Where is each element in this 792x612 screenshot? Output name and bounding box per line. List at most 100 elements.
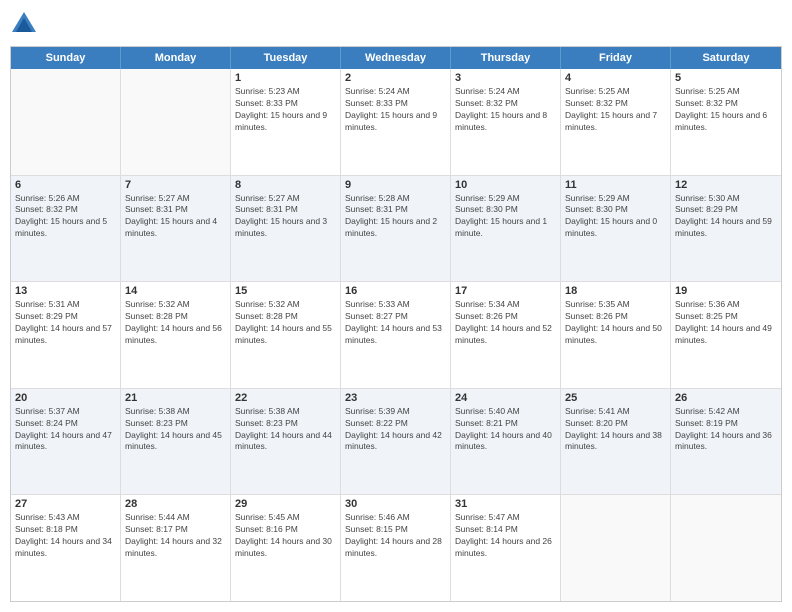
day-info: Sunrise: 5:36 AM Sunset: 8:25 PM Dayligh… <box>675 299 777 347</box>
day-info: Sunrise: 5:38 AM Sunset: 8:23 PM Dayligh… <box>125 406 226 454</box>
calendar-cell-empty <box>121 69 231 175</box>
day-number: 5 <box>675 72 777 84</box>
calendar-cell-14: 14 Sunrise: 5:32 AM Sunset: 8:28 PM Dayli… <box>121 282 231 388</box>
day-number: 4 <box>565 72 666 84</box>
calendar-cell-31: 31 Sunrise: 5:47 AM Sunset: 8:14 PM Dayli… <box>451 495 561 601</box>
calendar-cell-7: 7 Sunrise: 5:27 AM Sunset: 8:31 PM Daylig… <box>121 176 231 282</box>
calendar-cell-23: 23 Sunrise: 5:39 AM Sunset: 8:22 PM Dayli… <box>341 389 451 495</box>
day-info: Sunrise: 5:46 AM Sunset: 8:15 PM Dayligh… <box>345 512 446 560</box>
header-day-sunday: Sunday <box>11 47 121 69</box>
header-day-monday: Monday <box>121 47 231 69</box>
day-info: Sunrise: 5:29 AM Sunset: 8:30 PM Dayligh… <box>565 193 666 241</box>
calendar-cell-6: 6Sunrise: 5:26 AM Sunset: 8:32 PM Daylig… <box>11 176 121 282</box>
day-number: 26 <box>675 392 777 404</box>
day-info: Sunrise: 5:33 AM Sunset: 8:27 PM Dayligh… <box>345 299 446 347</box>
calendar-cell-20: 20Sunrise: 5:37 AM Sunset: 8:24 PM Dayli… <box>11 389 121 495</box>
day-info: Sunrise: 5:44 AM Sunset: 8:17 PM Dayligh… <box>125 512 226 560</box>
calendar-cell-empty <box>561 495 671 601</box>
calendar-cell-1: 1Sunrise: 5:23 AM Sunset: 8:33 PM Daylig… <box>231 69 341 175</box>
day-number: 29 <box>235 498 336 510</box>
day-number: 12 <box>675 179 777 191</box>
calendar-cell-13: 13 Sunrise: 5:31 AM Sunset: 8:29 PM Dayli… <box>11 282 121 388</box>
day-number: 28 <box>125 498 226 510</box>
logo-icon <box>10 10 38 38</box>
day-info: Sunrise: 5:39 AM Sunset: 8:22 PM Dayligh… <box>345 406 446 454</box>
day-number: 1 <box>235 72 336 84</box>
logo <box>10 10 42 38</box>
day-info: Sunrise: 5:27 AM Sunset: 8:31 PM Dayligh… <box>125 193 226 241</box>
day-info: Sunrise: 5:32 AM Sunset: 8:28 PM Dayligh… <box>235 299 336 347</box>
day-number: 7 <box>125 179 226 191</box>
calendar-cell-18: 18 Sunrise: 5:35 AM Sunset: 8:26 PM Dayli… <box>561 282 671 388</box>
day-number: 17 <box>455 285 556 297</box>
calendar-row-0: 1Sunrise: 5:23 AM Sunset: 8:33 PM Daylig… <box>11 69 781 176</box>
day-number: 11 <box>565 179 666 191</box>
calendar-cell-29: 29 Sunrise: 5:45 AM Sunset: 8:16 PM Dayli… <box>231 495 341 601</box>
day-info: Sunrise: 5:47 AM Sunset: 8:14 PM Dayligh… <box>455 512 556 560</box>
calendar-cell-5: 5 Sunrise: 5:25 AM Sunset: 8:32 PM Daylig… <box>671 69 781 175</box>
day-info: Sunrise: 5:25 AM Sunset: 8:32 PM Dayligh… <box>565 86 666 134</box>
calendar-cell-empty <box>671 495 781 601</box>
day-info: Sunrise: 5:25 AM Sunset: 8:32 PM Dayligh… <box>675 86 777 134</box>
calendar-cell-22: 22 Sunrise: 5:38 AM Sunset: 8:23 PM Dayli… <box>231 389 341 495</box>
header-day-tuesday: Tuesday <box>231 47 341 69</box>
day-number: 19 <box>675 285 777 297</box>
calendar: SundayMondayTuesdayWednesdayThursdayFrid… <box>10 46 782 602</box>
day-number: 23 <box>345 392 446 404</box>
calendar-cell-26: 26 Sunrise: 5:42 AM Sunset: 8:19 PM Dayli… <box>671 389 781 495</box>
calendar-cell-27: 27 Sunrise: 5:43 AM Sunset: 8:18 PM Dayli… <box>11 495 121 601</box>
calendar-cell-3: 3Sunrise: 5:24 AM Sunset: 8:32 PM Daylig… <box>451 69 561 175</box>
day-info: Sunrise: 5:41 AM Sunset: 8:20 PM Dayligh… <box>565 406 666 454</box>
calendar-body: 1Sunrise: 5:23 AM Sunset: 8:33 PM Daylig… <box>11 69 781 601</box>
day-info: Sunrise: 5:35 AM Sunset: 8:26 PM Dayligh… <box>565 299 666 347</box>
day-info: Sunrise: 5:24 AM Sunset: 8:33 PM Dayligh… <box>345 86 446 134</box>
calendar-row-1: 6Sunrise: 5:26 AM Sunset: 8:32 PM Daylig… <box>11 176 781 283</box>
day-number: 31 <box>455 498 556 510</box>
day-number: 25 <box>565 392 666 404</box>
calendar-cell-10: 10 Sunrise: 5:29 AM Sunset: 8:30 PM Dayli… <box>451 176 561 282</box>
day-number: 15 <box>235 285 336 297</box>
calendar-cell-30: 30 Sunrise: 5:46 AM Sunset: 8:15 PM Dayli… <box>341 495 451 601</box>
day-number: 14 <box>125 285 226 297</box>
day-number: 6 <box>15 179 116 191</box>
day-info: Sunrise: 5:28 AM Sunset: 8:31 PM Dayligh… <box>345 193 446 241</box>
calendar-cell-empty <box>11 69 121 175</box>
day-info: Sunrise: 5:42 AM Sunset: 8:19 PM Dayligh… <box>675 406 777 454</box>
day-info: Sunrise: 5:45 AM Sunset: 8:16 PM Dayligh… <box>235 512 336 560</box>
calendar-cell-4: 4 Sunrise: 5:25 AM Sunset: 8:32 PM Daylig… <box>561 69 671 175</box>
day-info: Sunrise: 5:30 AM Sunset: 8:29 PM Dayligh… <box>675 193 777 241</box>
day-info: Sunrise: 5:40 AM Sunset: 8:21 PM Dayligh… <box>455 406 556 454</box>
calendar-row-3: 20Sunrise: 5:37 AM Sunset: 8:24 PM Dayli… <box>11 389 781 496</box>
day-info: Sunrise: 5:29 AM Sunset: 8:30 PM Dayligh… <box>455 193 556 241</box>
calendar-row-4: 27 Sunrise: 5:43 AM Sunset: 8:18 PM Dayli… <box>11 495 781 601</box>
calendar-cell-9: 9Sunrise: 5:28 AM Sunset: 8:31 PM Daylig… <box>341 176 451 282</box>
day-info: Sunrise: 5:31 AM Sunset: 8:29 PM Dayligh… <box>15 299 116 347</box>
day-number: 13 <box>15 285 116 297</box>
day-info: Sunrise: 5:43 AM Sunset: 8:18 PM Dayligh… <box>15 512 116 560</box>
calendar-cell-25: 25 Sunrise: 5:41 AM Sunset: 8:20 PM Dayli… <box>561 389 671 495</box>
calendar-cell-16: 16Sunrise: 5:33 AM Sunset: 8:27 PM Dayli… <box>341 282 451 388</box>
calendar-cell-11: 11 Sunrise: 5:29 AM Sunset: 8:30 PM Dayli… <box>561 176 671 282</box>
calendar-cell-17: 17Sunrise: 5:34 AM Sunset: 8:26 PM Dayli… <box>451 282 561 388</box>
header-day-friday: Friday <box>561 47 671 69</box>
calendar-cell-15: 15 Sunrise: 5:32 AM Sunset: 8:28 PM Dayli… <box>231 282 341 388</box>
day-number: 30 <box>345 498 446 510</box>
day-number: 18 <box>565 285 666 297</box>
day-number: 2 <box>345 72 446 84</box>
calendar-cell-12: 12 Sunrise: 5:30 AM Sunset: 8:29 PM Dayli… <box>671 176 781 282</box>
day-number: 10 <box>455 179 556 191</box>
header <box>10 10 782 38</box>
day-number: 21 <box>125 392 226 404</box>
day-number: 22 <box>235 392 336 404</box>
day-info: Sunrise: 5:37 AM Sunset: 8:24 PM Dayligh… <box>15 406 116 454</box>
calendar-cell-28: 28 Sunrise: 5:44 AM Sunset: 8:17 PM Dayli… <box>121 495 231 601</box>
day-info: Sunrise: 5:32 AM Sunset: 8:28 PM Dayligh… <box>125 299 226 347</box>
day-info: Sunrise: 5:27 AM Sunset: 8:31 PM Dayligh… <box>235 193 336 241</box>
header-day-saturday: Saturday <box>671 47 781 69</box>
page: SundayMondayTuesdayWednesdayThursdayFrid… <box>0 0 792 612</box>
day-info: Sunrise: 5:38 AM Sunset: 8:23 PM Dayligh… <box>235 406 336 454</box>
calendar-cell-24: 24Sunrise: 5:40 AM Sunset: 8:21 PM Dayli… <box>451 389 561 495</box>
day-number: 8 <box>235 179 336 191</box>
calendar-cell-2: 2 Sunrise: 5:24 AM Sunset: 8:33 PM Daylig… <box>341 69 451 175</box>
day-number: 27 <box>15 498 116 510</box>
